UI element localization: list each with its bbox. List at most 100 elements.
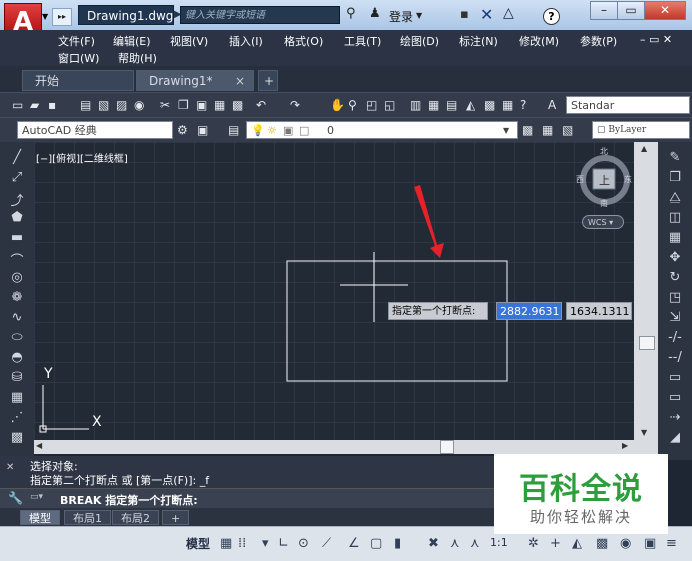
add-icon[interactable]: + <box>550 536 561 551</box>
clean-screen-icon[interactable]: ▣ <box>644 536 656 551</box>
publish-icon[interactable]: ▨ <box>116 98 127 112</box>
store-icon[interactable]: ▪ <box>460 7 469 22</box>
layer-on-icon[interactable]: 💡 <box>251 122 265 139</box>
print-icon[interactable]: ▤ <box>80 98 91 112</box>
vertical-scroll-thumb[interactable] <box>639 336 655 350</box>
line-icon[interactable]: ╱ <box>7 150 27 165</box>
close-button[interactable]: ✕ <box>644 1 686 20</box>
scroll-down-icon[interactable]: ▼ <box>641 428 647 437</box>
menu-file[interactable]: 文件(F) <box>58 33 95 49</box>
dynamic-input-y[interactable]: 1634.1311 <box>566 302 632 320</box>
annotation-scale-value[interactable]: 1:1 <box>490 536 508 549</box>
snap-icon[interactable]: ⁞⁞ <box>238 536 246 551</box>
layer-combo[interactable]: 💡 ☼ ▣ □ 0 ▼ <box>246 121 518 139</box>
tab-layout1[interactable]: 布局1 <box>64 510 111 525</box>
text-style-combo[interactable]: Standar <box>566 96 690 114</box>
grid-icon[interactable]: ▦ <box>220 536 232 551</box>
lineweight-icon[interactable]: ▮ <box>394 536 401 551</box>
polyline-icon[interactable]: ⤴ <box>7 190 27 209</box>
erase-icon[interactable]: ✎ <box>665 150 685 165</box>
insert-block-icon[interactable]: ⛁ <box>7 370 27 385</box>
zoom-realtime-icon[interactable]: ⚲ <box>348 98 357 112</box>
a360-icon[interactable]: △ <box>503 5 514 21</box>
layer-lock-icon[interactable]: ▣ <box>283 122 293 139</box>
workspace-switch-icon[interactable]: ✲ <box>528 536 539 551</box>
minimize-button[interactable]: – <box>590 1 618 20</box>
clean-screen-icon[interactable]: ▣ <box>197 123 208 137</box>
trim-icon[interactable]: -/- <box>665 330 685 345</box>
close-tab-icon[interactable]: × <box>235 71 245 91</box>
point-icon[interactable]: ⋰ <box>7 410 27 425</box>
drawn-rectangle[interactable] <box>286 260 508 382</box>
chevron-down-icon[interactable]: ▾ <box>262 536 269 551</box>
sheet-set-icon[interactable]: ◭ <box>466 98 475 112</box>
scroll-left-icon[interactable]: ◀ <box>36 441 42 450</box>
login-button[interactable]: 登录 <box>389 8 413 25</box>
properties-icon[interactable]: ▥ <box>410 98 421 112</box>
make-block-icon[interactable]: ▦ <box>7 390 27 405</box>
command-recent-icon[interactable]: ▭▾ <box>30 492 43 502</box>
command-line[interactable]: 🔧 ▭▾ BREAK 指定第一个打断点: <box>0 488 494 509</box>
match-properties-icon[interactable]: ▦ <box>214 98 225 112</box>
new-layout-button[interactable]: + <box>162 510 190 525</box>
pan-icon[interactable]: ✋ <box>330 98 345 112</box>
arc-icon[interactable]: ⌒ <box>7 250 27 269</box>
chevron-down-icon[interactable]: ▼ <box>503 122 509 139</box>
ellipse-icon[interactable]: ⬭ <box>7 330 27 345</box>
revcloud-icon[interactable]: ❁ <box>7 290 27 305</box>
binoculars-icon[interactable]: ⚲ <box>346 6 366 24</box>
rectangle-icon[interactable]: ▬ <box>7 230 27 245</box>
customize-icon[interactable]: ≡ <box>666 536 677 551</box>
construction-line-icon[interactable]: ⤢ <box>7 170 27 185</box>
search-input[interactable]: 键入关键字或短语 <box>180 6 340 24</box>
menu-draw[interactable]: 绘图(D) <box>400 33 439 49</box>
move-icon[interactable]: ✥ <box>665 250 685 265</box>
restore-button[interactable]: ▭ <box>617 1 645 20</box>
annotation-monitor-icon[interactable]: ✖ <box>428 536 439 551</box>
chamfer-icon[interactable]: ◢ <box>665 430 685 445</box>
new-icon[interactable]: ▭ <box>12 98 23 112</box>
zoom-previous-icon[interactable]: ◱ <box>384 98 395 112</box>
tool-palettes-icon[interactable]: ▤ <box>446 98 457 112</box>
stretch-icon[interactable]: ⇲ <box>665 310 685 325</box>
preview-icon[interactable]: ▧ <box>98 98 109 112</box>
save-icon[interactable]: ▪ <box>48 98 56 112</box>
open-icon[interactable]: ▰ <box>30 98 39 112</box>
cut-icon[interactable]: ✂ <box>160 98 170 112</box>
isolate-icon[interactable]: ◭ <box>572 536 582 551</box>
exchange-icon[interactable]: ✕ <box>480 5 493 24</box>
user-icon[interactable]: ♟ <box>369 6 381 21</box>
scroll-up-icon[interactable]: ▲ <box>641 144 647 153</box>
close-command-icon[interactable]: ✕ <box>6 462 14 473</box>
tab-start[interactable]: 开始 <box>22 70 134 91</box>
menu-view[interactable]: 视图(V) <box>170 33 208 49</box>
ortho-icon[interactable]: ∟ <box>278 536 289 551</box>
redo-icon[interactable]: ↷ <box>290 98 300 112</box>
layer-previous-icon[interactable]: ▦ <box>542 123 553 137</box>
3d-print-icon[interactable]: ◉ <box>134 98 144 112</box>
tab-model[interactable]: 模型 <box>20 510 60 525</box>
annotation-scale-icon[interactable]: ⋏ <box>470 536 480 551</box>
menu-tools[interactable]: 工具(T) <box>344 33 381 49</box>
block-editor-icon[interactable]: ▩ <box>232 98 243 112</box>
make-current-layer-icon[interactable]: ▩ <box>522 123 533 137</box>
polar-icon[interactable]: ⊙ <box>298 536 309 551</box>
isolate-objects-icon[interactable]: ◉ <box>620 536 631 551</box>
rotate-icon[interactable]: ↻ <box>665 270 685 285</box>
app-menu-arrow-icon[interactable]: ▼ <box>42 12 48 21</box>
join-icon[interactable]: ⇢ <box>665 410 685 425</box>
help-button[interactable]: ? <box>543 8 560 25</box>
horizontal-scroll-thumb[interactable] <box>440 440 454 454</box>
polygon-icon[interactable]: ⬟ <box>7 210 27 225</box>
help-icon[interactable]: ? <box>520 98 526 112</box>
tab-layout2[interactable]: 布局2 <box>112 510 159 525</box>
copy-object-icon[interactable]: ❐ <box>665 170 685 185</box>
layer-states-icon[interactable]: ▧ <box>562 123 573 137</box>
calculator-icon[interactable]: ▦ <box>502 98 513 112</box>
isodraft-icon[interactable]: ⟋ <box>322 536 331 551</box>
horizontal-scrollbar[interactable]: ◀ ▶ <box>34 440 634 454</box>
array-icon[interactable]: ▦ <box>665 230 685 245</box>
hatch-icon[interactable]: ▩ <box>7 430 27 445</box>
color-combo[interactable]: ▢ ByLayer <box>592 121 690 139</box>
markup-icon[interactable]: ▩ <box>484 98 495 112</box>
